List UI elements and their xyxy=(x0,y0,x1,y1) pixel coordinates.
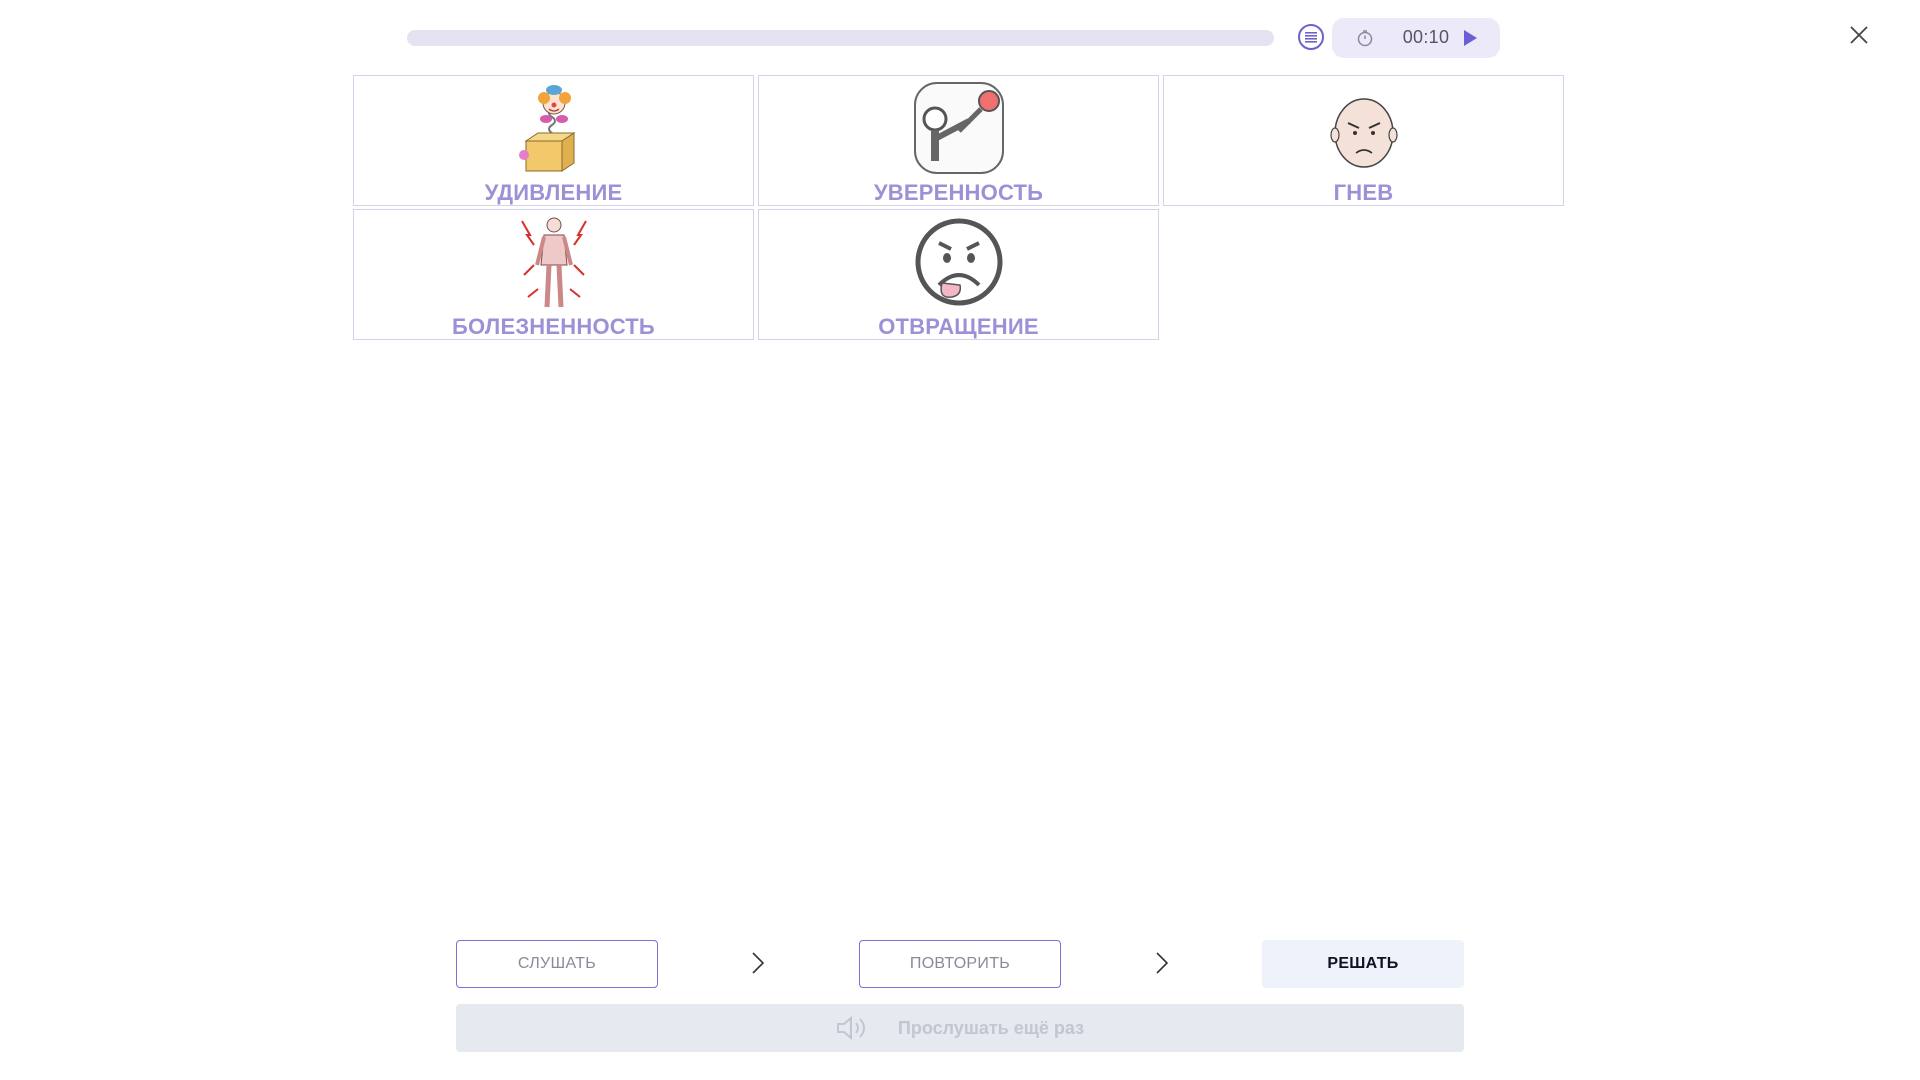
card-label: ОТВРАЩЕНИЕ xyxy=(878,314,1039,339)
solve-step-button[interactable]: РЕШАТЬ xyxy=(1262,940,1464,988)
list-button[interactable] xyxy=(1298,24,1324,50)
listen-again-button[interactable]: Прослушать ещё раз xyxy=(456,1004,1464,1052)
card-disgust[interactable]: ОТВРАЩЕНИЕ xyxy=(758,209,1159,340)
listen-step-button[interactable]: СЛУШАТЬ xyxy=(456,940,658,988)
body-pain-icon xyxy=(520,217,587,308)
angry-face-icon xyxy=(1329,98,1398,168)
listen-again-label: Прослушать ещё раз xyxy=(897,1017,1085,1038)
card-label: УВЕРЕННОСТЬ xyxy=(873,180,1044,205)
timer-icon xyxy=(1357,30,1373,47)
confident-person-icon xyxy=(913,82,1004,174)
card-label: БОЛЕЗНЕННОСТЬ xyxy=(452,314,655,339)
clown-in-box-icon xyxy=(518,85,576,172)
list-icon xyxy=(1305,32,1317,43)
play-icon[interactable] xyxy=(1462,29,1478,47)
progress-bar xyxy=(407,30,1274,46)
timer-value: 00:10 xyxy=(1402,27,1450,47)
card-surprise[interactable]: УДИВЛЕНИЕ xyxy=(353,75,754,206)
top-bar: 00:10 xyxy=(0,0,1920,75)
card-confidence[interactable]: УВЕРЕННОСТЬ xyxy=(758,75,1159,206)
card-label: УДИВЛЕНИЕ xyxy=(484,180,623,205)
repeat-step-button[interactable]: ПОВТОРИТЬ xyxy=(859,940,1061,988)
card-anger[interactable]: ГНЕВ xyxy=(1163,75,1564,206)
close-icon[interactable] xyxy=(1848,24,1870,46)
chevron-right-icon xyxy=(1156,952,1169,974)
card-painfulness[interactable]: БОЛЕЗНЕННОСТЬ xyxy=(353,209,754,340)
disgust-face-icon xyxy=(915,218,1002,306)
chevron-right-icon xyxy=(752,952,765,974)
speaker-icon xyxy=(836,1015,865,1041)
timer: 00:10 xyxy=(1332,18,1500,58)
card-label: ГНЕВ xyxy=(1333,180,1394,205)
